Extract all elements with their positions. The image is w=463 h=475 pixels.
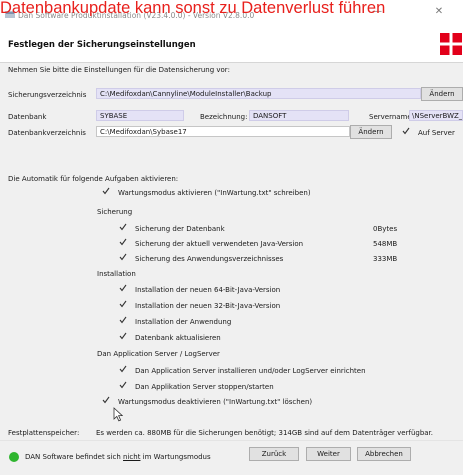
update-database-checkbox[interactable] [119,332,127,340]
appserver-restart-label: Dan Applikation Server stoppen/starten [135,383,274,391]
backup-change-button[interactable]: Ändern [421,87,463,101]
on-server-label: Auf Server [418,129,455,137]
backup-java-checkbox[interactable] [119,238,127,246]
backup-dir-label: Sicherungsverzeichnis [8,91,87,99]
database-change-button[interactable]: Ändern [350,125,392,139]
automation-heading: Die Automatik für folgende Aufgaben akti… [8,175,179,183]
database-label: Datenbank [8,113,47,121]
backup-java-size: 548MB [373,240,398,248]
database-dir-label: Datenbankverzeichnis [8,129,86,137]
appserver-restart-checkbox[interactable] [119,381,127,389]
backup-database-size: 0Bytes [373,225,398,233]
status-text: DAN Software befindet sich nicht im Wart… [25,453,211,461]
database-field[interactable]: SYBASE [96,110,184,121]
backup-app-dir-label: Sicherung des Anwendungsverzeichnisses [135,255,284,263]
page-header: Festlegen der Sicherungseinstellungen [0,22,463,63]
status-bar: DAN Software befindet sich nicht im Wart… [0,440,463,475]
install-java64-label: Installation der neuen 64-Bit-Java-Versi… [135,286,281,294]
backup-app-dir-checkbox[interactable] [119,253,127,261]
servername-field[interactable]: \NServerBWZ_C [409,110,463,121]
cancel-button[interactable]: Abbrechen [357,447,411,461]
install-java64-checkbox[interactable] [119,284,127,292]
backup-database-label: Sicherung der Datenbank [135,225,225,233]
mouse-cursor-icon [113,407,123,422]
backup-app-dir-size: 333MB [373,255,398,263]
overlay-warning-text: Datenbankupdate kann sonst zu Datenverlu… [0,0,386,16]
install-java32-checkbox[interactable] [119,300,127,308]
next-button[interactable]: Weiter [306,447,351,461]
backup-database-checkbox[interactable] [119,223,127,231]
on-server-checkbox[interactable] [402,127,410,135]
backup-java-label: Sicherung der aktuell verwendeten Java-V… [135,240,304,248]
update-database-label: Datenbank aktualisieren [135,334,221,342]
group-title-appserver: Dan Application Server / LogServer [97,350,220,358]
intro-text: Nehmen Sie bitte die Einstellungen für d… [8,66,230,74]
disk-info: Es werden ca. 880MB für die Sicherungen … [96,429,434,437]
install-app-label: Installation der Anwendung [135,318,232,326]
designation-label: Bezeichnung: [200,113,248,121]
appserver-install-checkbox[interactable] [119,365,127,373]
maintenance-off-checkbox[interactable] [102,396,110,404]
maintenance-on-label: Wartungsmodus aktivieren ("InWartung.txt… [118,189,311,197]
status-indicator-icon [9,452,19,462]
disk-label: Festplattenspeicher: [8,429,80,437]
appserver-install-label: Dan Application Server installieren und/… [135,367,366,375]
maintenance-off-label: Wartungsmodus deaktivieren ("InWartung.t… [118,398,313,406]
group-title-backup: Sicherung [97,208,133,216]
group-title-installation: Installation [97,270,136,278]
page-title: Festlegen der Sicherungseinstellungen [8,40,196,50]
servername-label: Servername: [369,113,415,121]
install-java32-label: Installation der neuen 32-Bit-Java-Versi… [135,302,281,310]
dan-logo-icon [440,33,462,55]
database-dir-field[interactable]: C:\Medifoxdan\Sybase17 [96,126,350,137]
designation-field[interactable]: DANSOFT [249,110,349,121]
maintenance-on-checkbox[interactable] [102,187,110,195]
back-button[interactable]: Zurück [249,447,299,461]
backup-dir-field[interactable]: C:\Medifoxdan\Cannyline\ModuleInstaller\… [96,88,421,99]
install-app-checkbox[interactable] [119,316,127,324]
